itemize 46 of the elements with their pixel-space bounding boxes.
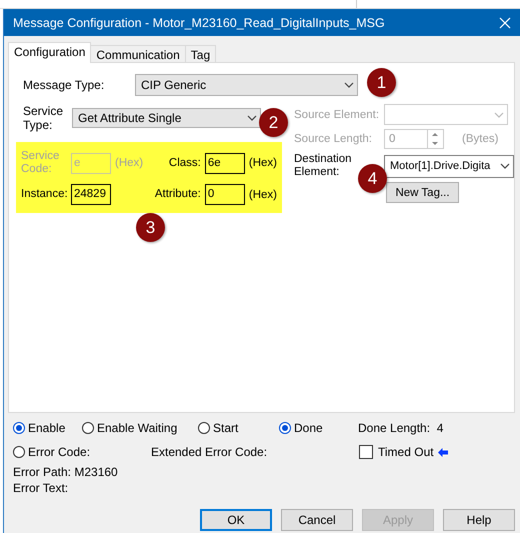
- caret-icon: [500, 163, 510, 169]
- unit-label: (Hex): [248, 157, 277, 169]
- destination-element-dropdown[interactable]: Motor[1].Drive.Digita: [384, 154, 514, 178]
- close-icon[interactable]: [499, 16, 511, 28]
- status-radio-button[interactable]: Enable Waiting: [82, 421, 198, 435]
- window-title: Message Configuration - Motor_M23160_Read_DigitalInputs_MSG: [13, 16, 386, 30]
- unit-label: (Hex): [248, 188, 277, 200]
- input-field[interactable]: 24829: [71, 184, 111, 205]
- status-radio-button[interactable]: Start: [198, 421, 279, 435]
- message-type-dropdown[interactable]: CIP Generic: [135, 74, 358, 96]
- field-label: Class:: [168, 156, 202, 170]
- status-radio-button[interactable]: Error Code:: [13, 445, 151, 459]
- field-label: Service Type:: [23, 104, 64, 132]
- field-label: Attribute:: [154, 188, 202, 201]
- timed-out-checkbox[interactable]: Timed Out: [359, 445, 434, 459]
- error-path-text: Error Path: M23160: [13, 464, 119, 480]
- callout-badge: 2: [259, 108, 288, 137]
- field-label: Source Length:: [294, 133, 374, 145]
- done-length-text: Done Length: 4: [358, 421, 444, 435]
- caret-icon: [494, 112, 504, 118]
- tab[interactable]: Tag: [184, 45, 216, 63]
- input-field[interactable]: 0: [204, 184, 245, 205]
- field-label: Message Type:: [23, 78, 106, 92]
- dialog-button[interactable]: OK: [200, 509, 272, 531]
- field-label: Destination Element:: [294, 153, 352, 179]
- tab[interactable]: Configuration: [8, 42, 92, 63]
- callout-badge: 4: [358, 164, 387, 193]
- status-radio-button[interactable]: Enable: [13, 421, 82, 435]
- field-label: Service Code:: [21, 150, 60, 176]
- caret-icon: [344, 82, 354, 88]
- dialog-button[interactable]: Cancel: [281, 509, 353, 531]
- service-type-dropdown[interactable]: Get Attribute Single: [72, 108, 261, 128]
- field-label: Source Element:: [294, 108, 380, 120]
- unit-label: (Hex): [114, 157, 144, 169]
- callout-badge: 3: [136, 213, 165, 242]
- field-label: Extended Error Code:: [151, 445, 268, 459]
- field-label: Instance:: [21, 188, 69, 201]
- callout-badge: 1: [367, 68, 396, 97]
- status-radio-button[interactable]: Done: [279, 421, 358, 435]
- left-arrow-icon: [438, 448, 448, 456]
- dialog-button[interactable]: Help: [443, 509, 515, 531]
- input-field[interactable]: 6e: [204, 152, 245, 174]
- error-text-label: Error Text:: [13, 480, 70, 496]
- unit-label: (Bytes): [462, 133, 498, 145]
- new-tag-button[interactable]: New Tag...: [386, 182, 459, 203]
- caret-icon: [247, 115, 257, 121]
